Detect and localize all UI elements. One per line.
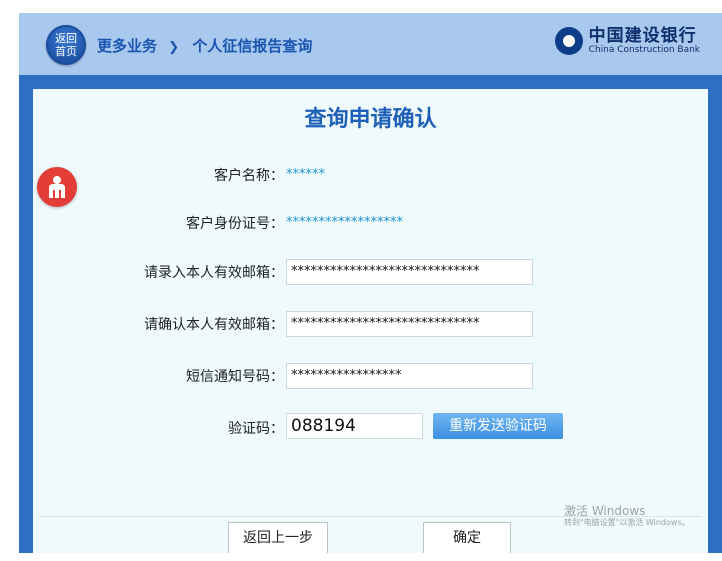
customer-name-label: 客户名称：: [214, 168, 284, 184]
app-frame: 返回首页 更多业务 ❯ 个人征信报告查询 中国建设银行 China Constr…: [19, 13, 722, 553]
sms-number-field[interactable]: *****************: [286, 363, 533, 389]
sms-number-label: 短信通知号码：: [186, 369, 284, 385]
back-button[interactable]: 返回上一步: [228, 522, 328, 553]
resend-code-button[interactable]: 重新发送验证码: [433, 413, 563, 439]
verification-code-label: 验证码：: [228, 421, 284, 437]
verification-code-input[interactable]: 088194: [286, 413, 423, 439]
confirm-button[interactable]: 确定: [423, 522, 511, 553]
id-number-label: 客户身份证号：: [186, 216, 284, 232]
breadcrumb-current: 个人征信报告查询: [192, 37, 313, 55]
email-confirm-label: 请确认本人有效邮箱：: [144, 317, 284, 333]
windows-activation-note: 转到"电脑设置"以激活 Windows。: [564, 518, 690, 527]
ccb-logo-icon: [554, 27, 583, 55]
breadcrumb-separator-icon: ❯: [168, 40, 180, 55]
id-number-value: ******************: [286, 215, 403, 230]
bank-logo: 中国建设银行 China Construction Bank: [554, 26, 700, 55]
top-navigation-bar: 返回首页 更多业务 ❯ 个人征信报告查询 中国建设银行 China Constr…: [19, 13, 722, 75]
bank-name-en: China Construction Bank: [588, 45, 700, 55]
service-badge-button[interactable]: [37, 167, 77, 207]
breadcrumb-link-more-business[interactable]: 更多业务: [97, 37, 157, 55]
breadcrumb: 更多业务 ❯ 个人征信报告查询: [97, 35, 312, 56]
email-field[interactable]: *****************************: [286, 259, 533, 285]
confirm-panel: 查询申请确认 客户名称： ****** 客户身份证号： ************…: [33, 89, 708, 553]
service-figure-icon: [49, 176, 65, 198]
email-label: 请录入本人有效邮箱：: [144, 265, 284, 281]
email-confirm-field[interactable]: *****************************: [286, 311, 533, 337]
page-title: 查询申请确认: [304, 107, 437, 132]
customer-name-value: ******: [286, 167, 325, 182]
home-button[interactable]: 返回首页: [46, 25, 86, 65]
home-button-label: 返回首页: [55, 32, 77, 58]
bank-name-cn: 中国建设银行: [588, 26, 697, 46]
